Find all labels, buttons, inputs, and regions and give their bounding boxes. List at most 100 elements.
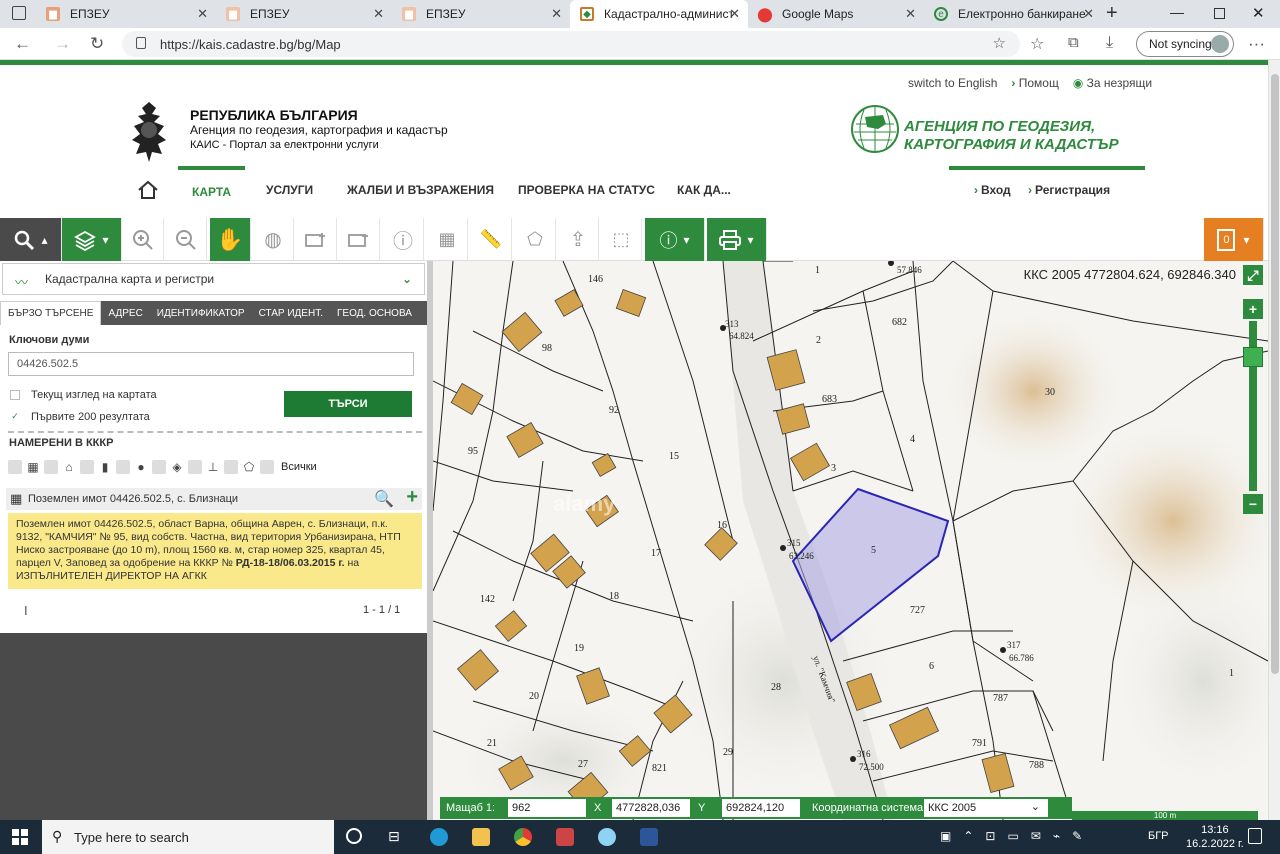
close-tab-icon[interactable]: ✕ [373,6,384,22]
home-button[interactable] [122,166,174,214]
cart-button[interactable]: 0 ▾ [1204,218,1264,261]
url-field[interactable]: https://kais.cadastre.bg/bg/Map ☆ [122,31,1020,57]
measure-area-tool[interactable]: ⬠ [515,218,556,261]
reload-icon[interactable]: ↻ [90,34,104,54]
new-tab-icon[interactable]: + [1106,2,1118,25]
filter-checkbox[interactable] [44,460,58,474]
browser-tab[interactable]: ▆ ЕПЗЕУ ✕ [392,0,570,28]
filter-checkbox[interactable] [8,460,22,474]
accessibility-link[interactable]: ◉ За незрящи [1073,76,1152,90]
tab-actions-icon[interactable] [12,6,26,20]
tab-geodetic-base[interactable]: ГЕОД. ОСНОВА [330,301,419,325]
x-coordinate-input[interactable]: 4772828,036 [612,799,690,817]
tab-identifier[interactable]: ИДЕНТИФИКАТОР [150,301,252,325]
zoom-in-tool[interactable] [123,218,164,261]
clock[interactable]: 13:16 16.2.2022 г. [1186,823,1244,851]
windows-start-icon[interactable] [12,829,28,845]
word-icon[interactable] [640,828,658,846]
taskbar-search[interactable]: ⚲ Type here to search [42,820,334,854]
layers-tool[interactable]: ▾ [62,218,122,261]
browser-tab[interactable]: ⬤ Google Maps ✕ [748,0,924,28]
nav-map[interactable]: КАРТА [178,166,246,214]
upload-tool[interactable]: ⇪ [558,218,599,261]
filter-checkbox[interactable] [80,460,94,474]
browser-tab-active[interactable]: ◆ Кадастрално-администра✕ [570,0,748,28]
back-icon[interactable]: ← [14,34,31,54]
nav-how-to[interactable]: КАК ДА... [677,166,731,214]
close-window-icon[interactable]: ✕ [1252,4,1265,22]
collections-icon[interactable]: ⧉ [1068,34,1079,51]
zoom-to-icon[interactable]: 🔍 [374,489,394,509]
zoom-in-button[interactable]: + [1243,299,1263,319]
settings-more-icon[interactable]: ··· [1248,34,1265,54]
y-coordinate-input[interactable]: 692824,120 [722,799,800,817]
browser-tab[interactable]: e Електронно банкиране Д ✕ [924,0,1102,28]
remove-area-tool[interactable] [339,218,380,261]
profile-sync-button[interactable]: Not syncing [1136,31,1234,57]
register-link[interactable]: › Регистрация [1028,166,1110,214]
measure-coord-tool[interactable]: ▦ [427,218,468,261]
page-scrollbar[interactable] [1268,60,1280,820]
search-button[interactable]: ТЪРСИ [284,391,412,417]
switch-language-link[interactable]: switch to English [908,76,997,90]
current-view-checkbox[interactable]: Текущ изглед на картата [10,389,157,401]
forward-icon[interactable]: → [54,34,71,54]
tab-old-identifier[interactable]: СТАР ИДЕНТ. [252,301,330,325]
cortana-icon[interactable] [346,828,362,844]
task-view-icon[interactable]: ⊟ [388,828,400,845]
scrollbar-thumb[interactable] [1271,74,1279,674]
nav-status-check[interactable]: ПРОВЕРКА НА СТАТУС [518,166,655,214]
tab-quick-search[interactable]: БЪРЗО ТЪРСЕНЕ [0,301,102,325]
pan-tool[interactable]: ✋ [210,218,251,261]
language-indicator[interactable]: БГР [1148,830,1169,842]
downloads-icon[interactable]: ⤓ [1106,34,1113,52]
login-link[interactable]: › Вход [974,166,1011,214]
zoom-out-button[interactable]: − [1243,494,1263,514]
add-icon[interactable]: + [406,486,418,509]
minimize-icon[interactable]: — [1170,4,1184,20]
photos-icon[interactable] [556,828,574,846]
chevron-down-icon[interactable]: ⌄ [402,272,412,286]
search-tool[interactable]: ▴ [0,218,62,261]
nav-services[interactable]: УСЛУГИ [266,166,313,214]
first-200-checkbox[interactable]: ✓ Първите 200 резултата [10,411,150,423]
map-canvas[interactable]: 1 146 98 92 95 15 16 17 18 19 20 21 27 8… [433,261,1268,820]
add-favorite-icon[interactable]: ☆ [993,34,1006,52]
coordinate-system-select[interactable]: ККС 2005 ⌄ [924,799,1048,817]
close-tab-icon[interactable]: ✕ [1083,6,1094,22]
notifications-icon[interactable] [1248,828,1262,844]
filter-checkbox[interactable] [188,460,202,474]
tab-address[interactable]: АДРЕС [101,301,149,325]
fullscreen-button[interactable]: ⤢ [1243,265,1263,285]
help-link[interactable]: › Помощ [1011,76,1058,90]
favorites-icon[interactable]: ☆ [1030,34,1044,54]
nav-complaints[interactable]: ЖАЛБИ И ВЪЗРАЖЕНИЯ [347,166,494,214]
zoom-out-tool[interactable] [166,218,207,261]
close-tab-icon[interactable]: ✕ [551,6,562,22]
file-explorer-icon[interactable] [472,828,490,846]
print-tool[interactable]: ▾ [707,218,767,261]
edge-icon[interactable] [430,828,448,846]
identify-layers-tool[interactable]: ⓘ ▾ [645,218,705,261]
browser-tab[interactable]: ▆ ЕПЗЕУ ✕ [216,0,392,28]
filter-checkbox[interactable] [116,460,130,474]
full-extent-tool[interactable]: ◍ [253,218,294,261]
filter-checkbox[interactable] [224,460,238,474]
clear-selection-tool[interactable]: ⬚ [601,218,642,261]
panel-header[interactable]: 〰 Кадастрална карта и регистри ⌄ [2,263,425,295]
keywords-input[interactable] [8,352,414,376]
measure-distance-tool[interactable]: 📏 [471,218,512,261]
cadastral-map[interactable]: 1 146 98 92 95 15 16 17 18 19 20 21 27 8… [433,261,1268,820]
close-tab-icon[interactable]: ✕ [905,6,916,22]
close-tab-icon[interactable]: ✕ [729,6,740,22]
scale-input[interactable]: 962 [508,799,586,817]
filter-all-checkbox[interactable] [260,460,274,474]
chrome-icon[interactable] [514,828,532,846]
result-item[interactable]: ▦ Поземлен имот 04426.502.5, с. Близнаци… [6,486,422,510]
paint-icon[interactable] [598,828,616,846]
info-tool[interactable]: ⓘ [383,218,424,261]
add-area-tool[interactable] [296,218,337,261]
restore-icon[interactable] [1214,8,1225,19]
zoom-slider-handle[interactable] [1243,347,1263,367]
filter-checkbox[interactable] [152,460,166,474]
